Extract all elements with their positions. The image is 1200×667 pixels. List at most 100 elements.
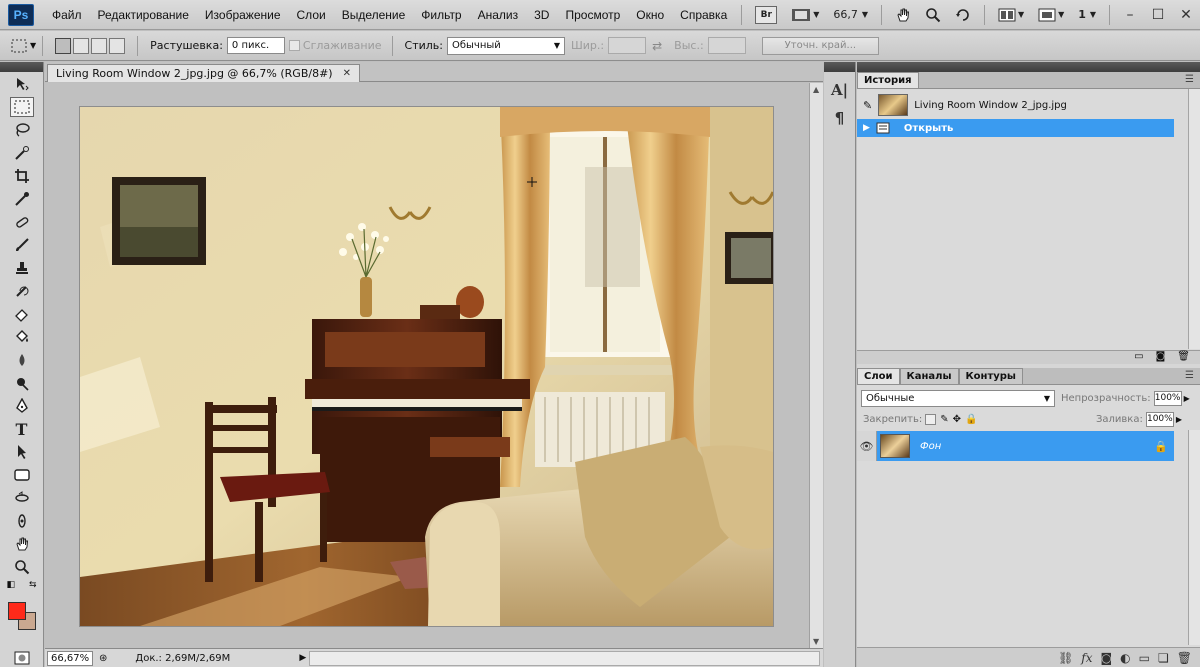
scroll-down-icon[interactable]: ▼ bbox=[813, 637, 819, 646]
eyedropper-icon[interactable] bbox=[10, 189, 34, 209]
panel-grip[interactable] bbox=[857, 62, 1200, 72]
new-group-icon[interactable]: ▭ bbox=[1139, 651, 1150, 665]
close-window-button[interactable]: ✕ bbox=[1172, 7, 1200, 23]
history-scrollbar[interactable] bbox=[1188, 89, 1200, 349]
link-layers-icon[interactable]: ⛓ bbox=[1058, 651, 1073, 665]
layer-row-background[interactable]: 👁 Фон 🔒 bbox=[857, 431, 1174, 461]
new-document-from-state-icon[interactable]: ▭ bbox=[1134, 351, 1143, 364]
foreground-color-swatch[interactable] bbox=[7, 602, 26, 620]
type-icon[interactable]: T bbox=[10, 419, 34, 439]
hand-tool-button[interactable] bbox=[891, 5, 915, 25]
hand-icon[interactable] bbox=[10, 534, 34, 554]
layer-style-icon[interactable]: fx bbox=[1081, 651, 1092, 665]
panel-menu-icon[interactable]: ☰ bbox=[1185, 74, 1194, 85]
status-menu-arrow-icon[interactable]: ▶ bbox=[299, 653, 306, 663]
lock-all-icon[interactable]: 🔒 bbox=[965, 414, 977, 425]
document-horizontal-scrollbar[interactable] bbox=[309, 650, 820, 666]
tab-layers[interactable]: Слои bbox=[857, 368, 900, 384]
menu-analysis[interactable]: Анализ bbox=[470, 0, 527, 30]
rotate-view-button[interactable] bbox=[951, 5, 975, 25]
3d-rotate-icon[interactable] bbox=[10, 488, 34, 508]
crop-icon[interactable] bbox=[10, 166, 34, 186]
menu-edit[interactable]: Редактирование bbox=[90, 0, 197, 30]
brush-icon[interactable] bbox=[10, 235, 34, 255]
path-select-icon[interactable] bbox=[10, 442, 34, 462]
paragraph-panel-icon[interactable]: ¶ bbox=[829, 108, 851, 128]
style-dropdown[interactable]: Обычный ▼ bbox=[447, 36, 565, 55]
maximize-button[interactable]: ☐ bbox=[1144, 7, 1172, 23]
menu-image[interactable]: Изображение bbox=[197, 0, 289, 30]
layer-name[interactable]: Фон bbox=[920, 441, 941, 452]
adjustment-layer-icon[interactable]: ◐ bbox=[1120, 651, 1130, 665]
tab-channels[interactable]: Каналы bbox=[899, 368, 959, 384]
width-input[interactable] bbox=[608, 37, 647, 54]
paint-bucket-icon[interactable] bbox=[10, 327, 34, 347]
blend-mode-dropdown[interactable]: Обычные ▼ bbox=[861, 389, 1055, 407]
menu-window[interactable]: Окно bbox=[628, 0, 672, 30]
document-tab[interactable]: Living Room Window 2_jpg.jpg @ 66,7% (RG… bbox=[47, 64, 360, 82]
blur-icon[interactable] bbox=[10, 350, 34, 370]
menu-help[interactable]: Справка bbox=[672, 0, 735, 30]
close-icon[interactable]: ✕ bbox=[343, 68, 351, 79]
3d-orbit-icon[interactable] bbox=[10, 511, 34, 531]
zoom-tool-button[interactable] bbox=[921, 5, 945, 25]
tab-paths[interactable]: Контуры bbox=[958, 368, 1023, 384]
minimize-button[interactable]: – bbox=[1116, 7, 1144, 23]
delete-layer-icon[interactable]: 🗑 bbox=[1177, 651, 1192, 665]
dodge-icon[interactable] bbox=[10, 373, 34, 393]
mini-bridge-button[interactable]: ▼ bbox=[787, 5, 823, 25]
add-to-selection-button[interactable] bbox=[73, 37, 90, 54]
arrange-documents-button[interactable]: ▼ bbox=[994, 5, 1028, 25]
workspace-switcher[interactable]: 1 ▼ bbox=[1074, 5, 1100, 25]
zoom-icon[interactable] bbox=[10, 557, 34, 577]
character-panel-icon[interactable]: A| bbox=[829, 80, 851, 100]
lock-transparency-checkbox[interactable] bbox=[925, 413, 937, 425]
menu-view[interactable]: Просмотр bbox=[557, 0, 628, 30]
lock-move-icon[interactable]: ✥ bbox=[953, 414, 961, 425]
screen-mode-button[interactable]: ▼ bbox=[1034, 5, 1068, 25]
swap-colors-icon[interactable]: ⇆ bbox=[29, 580, 37, 590]
add-mask-icon[interactable]: ◙ bbox=[1101, 651, 1113, 665]
panel-grip[interactable] bbox=[824, 62, 855, 72]
shape-icon[interactable] bbox=[10, 465, 34, 485]
scroll-up-icon[interactable]: ▲ bbox=[813, 85, 819, 94]
default-colors-icon[interactable]: ◧ bbox=[7, 580, 16, 590]
zoom-level-dropdown[interactable]: 66,7 ▼ bbox=[829, 5, 872, 25]
height-input[interactable] bbox=[707, 37, 746, 54]
clone-stamp-icon[interactable] bbox=[10, 258, 34, 278]
antialias-checkbox[interactable] bbox=[288, 40, 300, 51]
document-vertical-scrollbar[interactable]: ▲ ▼ bbox=[809, 83, 823, 648]
chevron-right-icon[interactable]: ▶ bbox=[1184, 394, 1190, 403]
new-selection-button[interactable] bbox=[55, 37, 72, 54]
new-layer-icon[interactable]: ❏ bbox=[1158, 651, 1169, 665]
subtract-selection-button[interactable] bbox=[91, 37, 108, 54]
intersect-selection-button[interactable] bbox=[109, 37, 126, 54]
tab-history[interactable]: История bbox=[857, 72, 919, 88]
bridge-button[interactable]: Br bbox=[751, 5, 781, 25]
status-icon[interactable]: ⊛ bbox=[99, 653, 107, 664]
zoom-input[interactable]: 66,67% bbox=[47, 650, 93, 666]
panel-menu-icon[interactable]: ☰ bbox=[1185, 370, 1194, 381]
lock-brush-icon[interactable]: ✎ bbox=[940, 414, 948, 425]
tool-preset-picker[interactable]: ▼ bbox=[10, 38, 36, 54]
menu-file[interactable]: Файл bbox=[44, 0, 90, 30]
opacity-input[interactable]: 100% bbox=[1153, 390, 1182, 406]
quick-select-icon[interactable] bbox=[10, 143, 34, 163]
eye-visibility-icon[interactable]: 👁 bbox=[857, 431, 877, 461]
quick-mask-icon[interactable] bbox=[10, 648, 34, 667]
menu-3d[interactable]: 3D bbox=[526, 0, 557, 30]
refine-edge-button[interactable]: Уточн. край... bbox=[761, 36, 880, 55]
move-icon[interactable] bbox=[10, 74, 34, 94]
healing-icon[interactable] bbox=[10, 212, 34, 232]
chevron-right-icon[interactable]: ▶ bbox=[1176, 415, 1182, 424]
marquee-icon[interactable] bbox=[9, 97, 34, 117]
new-snapshot-icon[interactable]: ◙ bbox=[1156, 351, 1166, 364]
history-step[interactable]: ▶ Открыть bbox=[857, 119, 1174, 137]
feather-input[interactable]: 0 пикс. bbox=[226, 37, 285, 54]
swap-dimensions-icon[interactable]: ⇄ bbox=[652, 39, 662, 53]
delete-state-icon[interactable]: 🗑 bbox=[1177, 351, 1190, 364]
document-image[interactable] bbox=[80, 107, 773, 626]
pen-icon[interactable] bbox=[10, 396, 34, 416]
menu-filter[interactable]: Фильтр bbox=[413, 0, 469, 30]
history-snapshot[interactable]: ✎ Living Room Window 2_jpg.jpg bbox=[857, 91, 1200, 119]
